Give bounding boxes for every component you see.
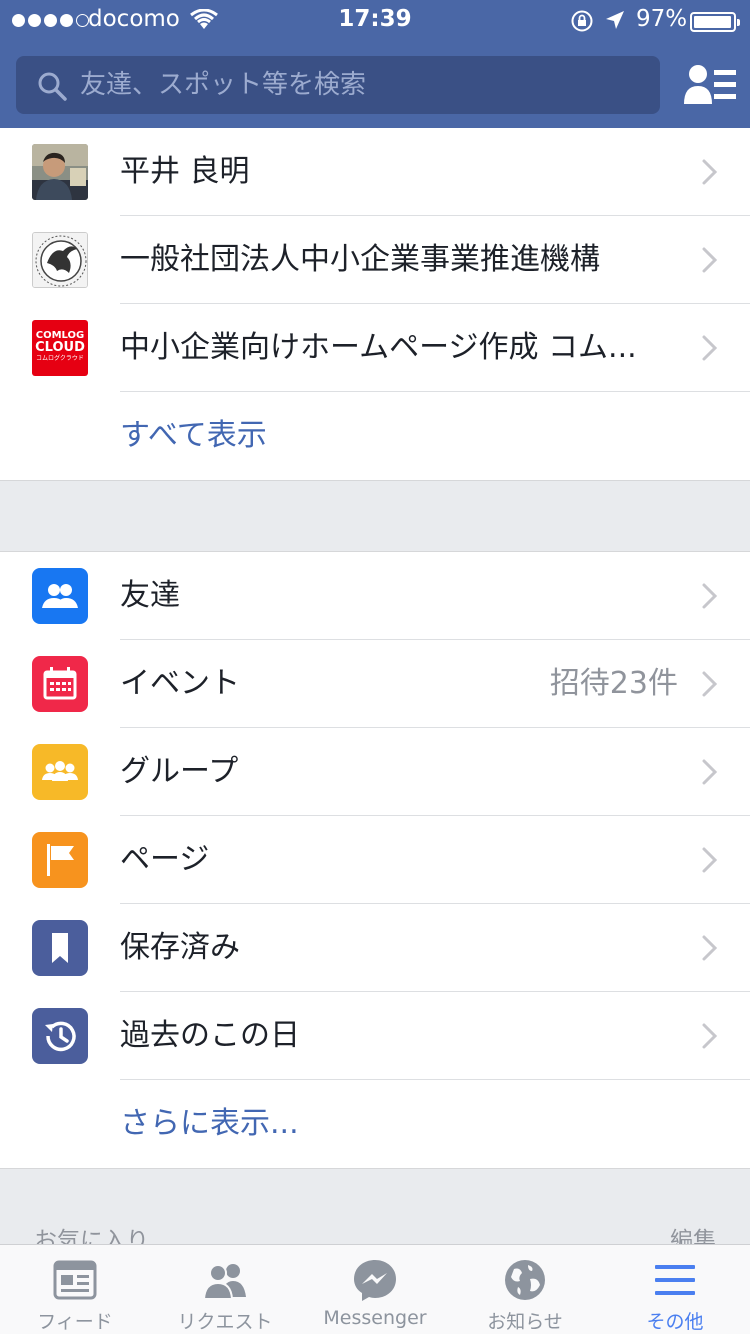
- status-bar: docomo 17:39 97%: [0, 0, 750, 40]
- chevron-right-icon: [702, 583, 718, 609]
- battery-percent: 97%: [636, 6, 688, 32]
- menu-item-label: グループ: [120, 754, 239, 789]
- section-spacer: [0, 481, 750, 551]
- shortcut-label: 中小企業向けホームページ作成 コム...: [120, 330, 637, 365]
- see-all-link[interactable]: すべて表示: [0, 392, 750, 480]
- chevron-right-icon: [702, 159, 718, 185]
- chevron-right-icon: [702, 335, 718, 361]
- chevron-right-icon: [702, 935, 718, 961]
- bookmark-icon: [32, 920, 88, 976]
- search-icon: [38, 72, 67, 101]
- location-arrow-icon: [606, 11, 624, 29]
- main-menu: 友達 イベント 招待23件 グループ ページ 保存済み 過去のこの日 さらに表示…: [0, 551, 750, 1169]
- favorites-header: お気に入り 編集: [0, 1169, 750, 1244]
- history-icon: [32, 1008, 88, 1064]
- rotation-lock-icon: [571, 10, 593, 32]
- shortcut-label: 一般社団法人中小企業事業推進機構: [120, 242, 600, 277]
- tab-more[interactable]: その他: [600, 1245, 750, 1334]
- chevron-right-icon: [702, 671, 718, 697]
- messenger-icon: [354, 1260, 396, 1301]
- menu-item-label: 保存済み: [120, 930, 240, 965]
- profile-photo: [32, 144, 88, 200]
- chevron-right-icon: [702, 247, 718, 273]
- tab-friend-requests[interactable]: リクエスト: [150, 1245, 300, 1334]
- newsfeed-icon: [53, 1260, 97, 1300]
- menu-item-saved[interactable]: 保存済み: [0, 904, 750, 992]
- header: docomo 17:39 97%: [0, 0, 750, 128]
- see-more-link[interactable]: さらに表示...: [0, 1080, 750, 1168]
- menu-item-events[interactable]: イベント 招待23件: [0, 640, 750, 728]
- tab-notifications[interactable]: お知らせ: [450, 1245, 600, 1334]
- flag-icon: [32, 832, 88, 888]
- shortcut-row-page[interactable]: COMLOG CLOUD コムログクラウド 中小企業向けホームページ作成 コム.…: [0, 304, 750, 392]
- favorites-edit-button[interactable]: 編集: [670, 1221, 716, 1244]
- friends-list-icon[interactable]: [684, 64, 736, 106]
- tab-label: リクエスト: [177, 1311, 273, 1333]
- menu-icon: [655, 1265, 695, 1295]
- notifications-globe-icon: [505, 1260, 545, 1300]
- tab-news-feed[interactable]: フィード: [0, 1245, 150, 1334]
- pegasus-emblem-logo: [32, 232, 88, 288]
- menu-item-pages[interactable]: ページ: [0, 816, 750, 904]
- shortcut-row-organization[interactable]: 一般社団法人中小企業事業推進機構: [0, 216, 750, 304]
- menu-item-groups[interactable]: グループ: [0, 728, 750, 816]
- shortcut-label: 平井 良明: [120, 154, 250, 189]
- groups-icon: [32, 744, 88, 800]
- search-input[interactable]: [80, 56, 650, 114]
- shortcut-row-person[interactable]: 平井 良明: [0, 128, 750, 216]
- tab-messenger[interactable]: Messenger: [300, 1245, 450, 1334]
- friends-icon: [32, 568, 88, 624]
- menu-item-label: 友達: [120, 578, 180, 613]
- comlog-cloud-logo: COMLOG CLOUD コムログクラウド: [32, 320, 88, 376]
- chevron-right-icon: [702, 759, 718, 785]
- see-all-label: すべて表示: [120, 418, 267, 453]
- menu-scroll-area[interactable]: 平井 良明 一般社団法人中小企業事業推進機構 COMLOG CLOUD コムログ…: [0, 128, 750, 1244]
- calendar-icon: [32, 656, 88, 712]
- chevron-right-icon: [702, 847, 718, 873]
- menu-item-friends[interactable]: 友達: [0, 552, 750, 640]
- tab-label: Messenger: [323, 1307, 427, 1329]
- event-invites-count: 招待23件: [549, 666, 678, 701]
- favorites-title: お気に入り: [34, 1228, 149, 1244]
- battery-icon: [690, 12, 740, 32]
- menu-item-on-this-day[interactable]: 過去のこの日: [0, 992, 750, 1080]
- menu-item-label: 過去のこの日: [120, 1018, 300, 1053]
- recent-shortcuts: 平井 良明 一般社団法人中小企業事業推進機構 COMLOG CLOUD コムログ…: [0, 128, 750, 481]
- see-more-label: さらに表示...: [120, 1106, 299, 1141]
- tab-label: お知らせ: [487, 1311, 563, 1333]
- chevron-right-icon: [702, 1023, 718, 1049]
- search-bar[interactable]: [16, 56, 660, 114]
- friend-requests-icon: [202, 1264, 246, 1300]
- tab-label: その他: [646, 1311, 704, 1333]
- menu-item-label: イベント: [120, 666, 240, 701]
- tab-label: フィード: [37, 1311, 113, 1333]
- menu-item-label: ページ: [120, 842, 210, 877]
- tab-bar: フィード リクエスト Messenger お知らせ その他: [0, 1244, 750, 1334]
